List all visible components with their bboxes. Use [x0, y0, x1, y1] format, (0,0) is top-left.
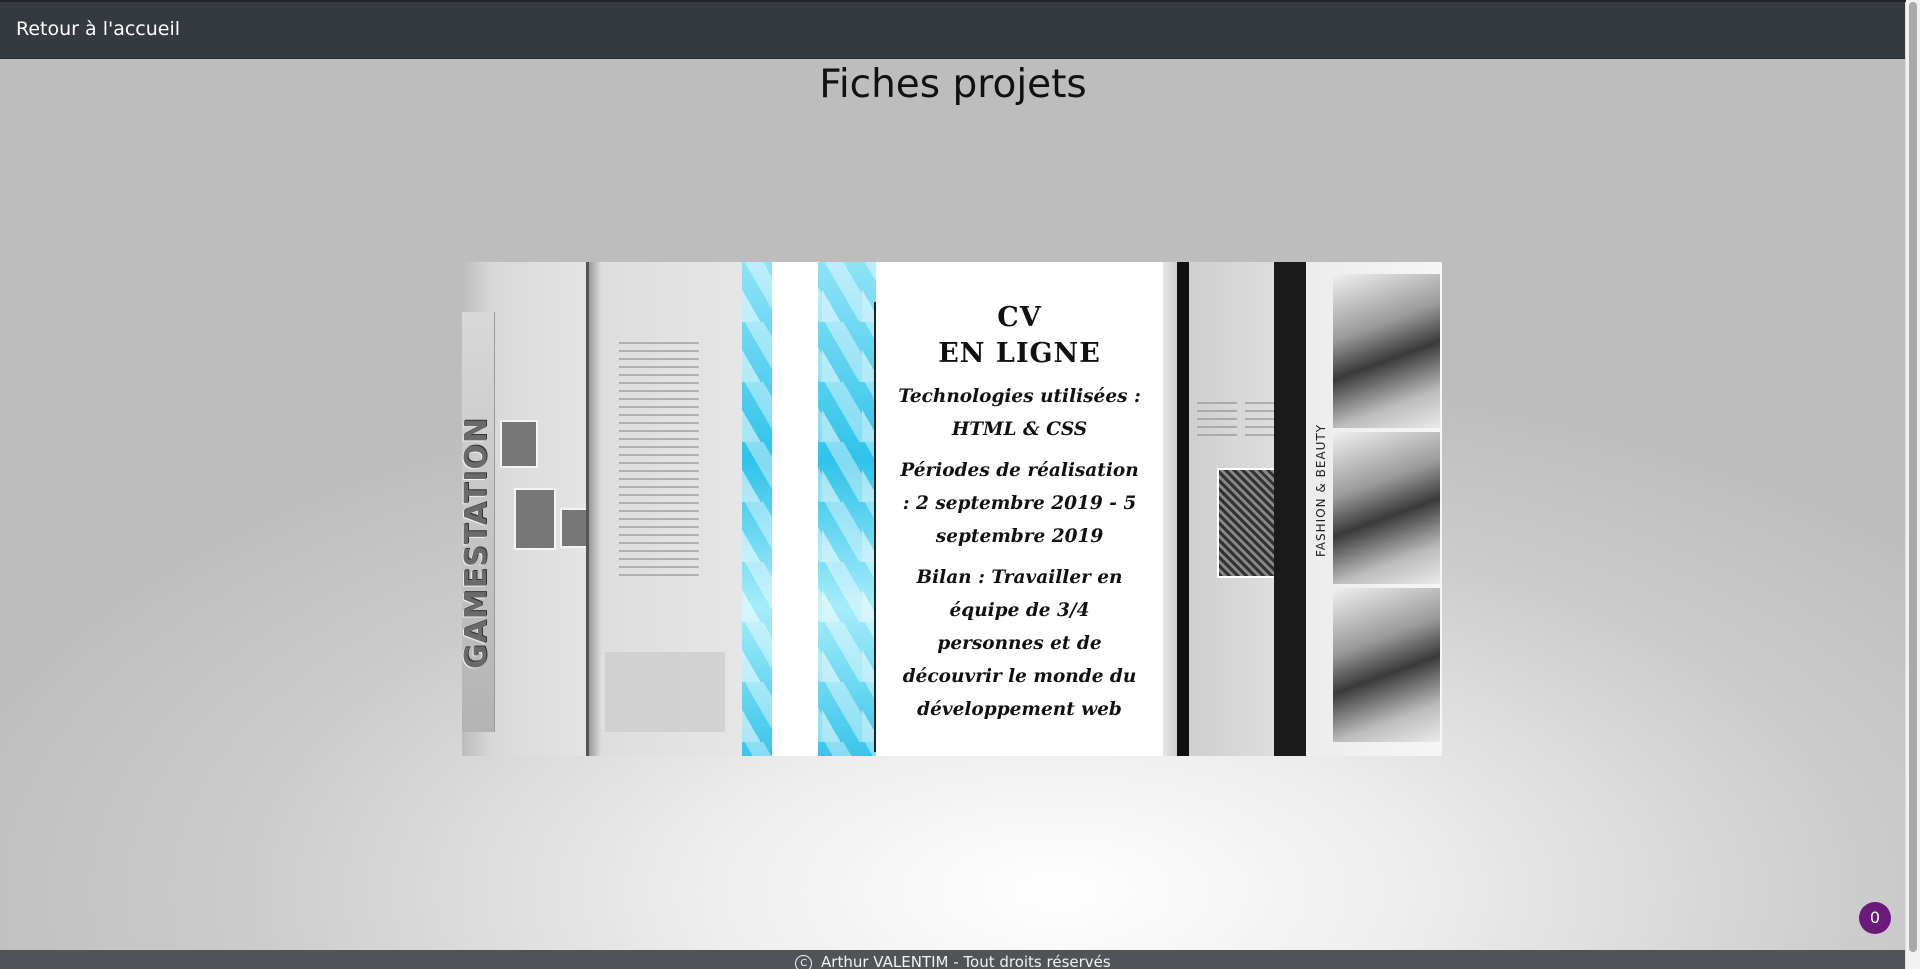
- slide-fashion-beauty[interactable]: FASHION & BEAUTY: [1306, 262, 1442, 756]
- slide-document[interactable]: [586, 262, 744, 756]
- gamestation-banner: GAMESTATION: [462, 312, 495, 732]
- fashion-photo: [1333, 274, 1440, 428]
- card-title-line1: CV: [997, 302, 1042, 333]
- design-panel: [772, 262, 818, 756]
- fashion-beauty-label: FASHION & BEAUTY: [1314, 423, 1328, 557]
- page-title: Fiches projets: [819, 62, 1087, 107]
- website-text: [1197, 402, 1237, 442]
- card-summary: Bilan : Travailler en équipe de 3/4 pers…: [902, 567, 1137, 720]
- fashion-photo: [1333, 432, 1440, 584]
- slide-black-sidebar: [1274, 262, 1306, 756]
- project-card-cv-en-ligne[interactable]: CV EN LIGNE Technologies utilisées : HTM…: [876, 262, 1163, 756]
- fashion-photo: [1333, 588, 1440, 742]
- card-title: CV EN LIGNE: [876, 300, 1163, 372]
- scrollbar-thumb[interactable]: [1909, 2, 1917, 952]
- top-navbar: Retour à l'accueil: [0, 0, 1906, 59]
- website-image: [1217, 468, 1279, 578]
- screenshot-thumbnail: [500, 420, 538, 468]
- copyright-icon: C: [795, 955, 813, 969]
- footer-text: Arthur VALENTIM - Tout droits réservés: [821, 953, 1111, 969]
- card-period: Périodes de réalisation : 2 septembre 20…: [900, 460, 1139, 547]
- slide-separator: [1163, 262, 1177, 756]
- document-text: [605, 652, 725, 732]
- back-to-home-link[interactable]: Retour à l'accueil: [16, 18, 180, 40]
- screenshot-thumbnail: [514, 488, 556, 550]
- notification-badge[interactable]: 0: [1859, 902, 1891, 934]
- page-scrollbar[interactable]: [1905, 0, 1920, 969]
- slide-dark-strip: [1177, 262, 1189, 756]
- card-title-line2: EN LIGNE: [938, 338, 1101, 369]
- card-technologies: Technologies utilisées : HTML & CSS: [898, 386, 1141, 440]
- projects-carousel[interactable]: GAMESTATION CV EN LIGNE Technologies uti…: [462, 262, 1442, 756]
- document-text: [619, 342, 699, 582]
- footer: C Arthur VALENTIM - Tout droits réservés: [0, 950, 1906, 969]
- gamestation-logo-text: GAMESTATION: [462, 416, 494, 670]
- slide-cyan-design[interactable]: [742, 262, 877, 756]
